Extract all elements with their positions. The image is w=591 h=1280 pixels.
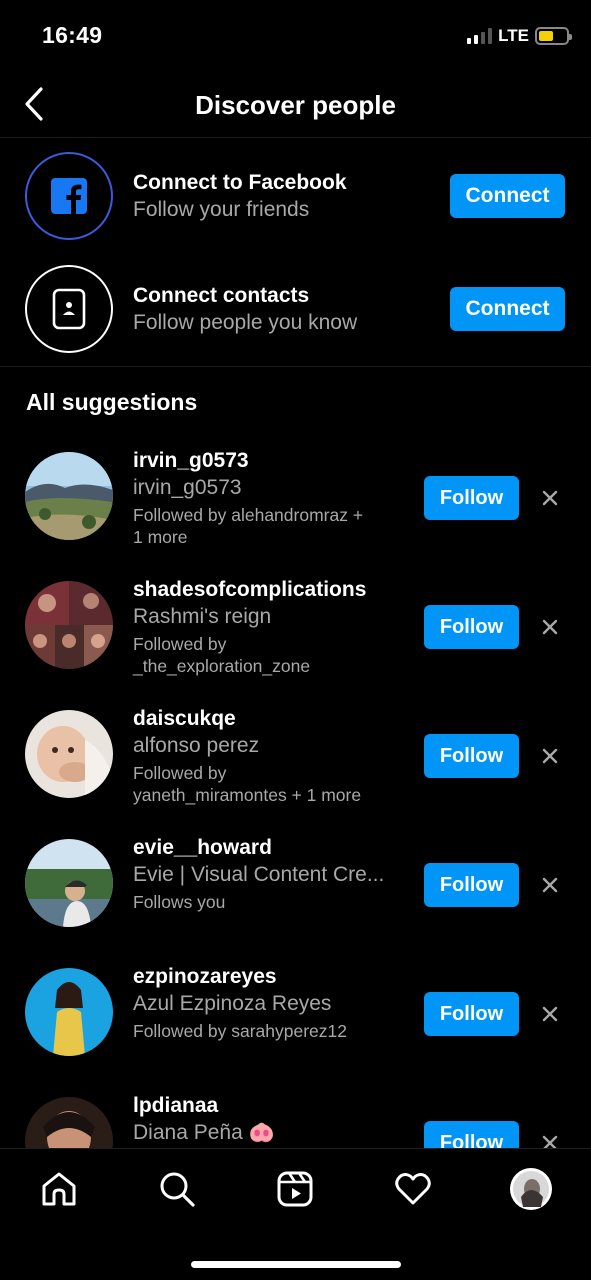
suggestion-context-line: Followed by sarahyperez12 xyxy=(133,1021,348,1041)
battery-icon xyxy=(535,27,572,45)
list-item[interactable]: daiscukqe alfonso perez Followed by yane… xyxy=(0,698,591,827)
suggestion-text: irvin_g0573 irvin_g0573 Followed by aleh… xyxy=(133,448,408,548)
suggestion-text: daiscukqe alfonso perez Followed by yane… xyxy=(133,706,408,806)
connect-contacts-title: Connect contacts xyxy=(133,284,310,307)
suggestion-fullname: Rashmi's reign xyxy=(133,605,272,628)
suggestion-context: Follows you xyxy=(133,891,408,913)
close-icon xyxy=(542,1006,558,1022)
suggestion-context-line: yaneth_miramontes + 1 more xyxy=(133,785,362,805)
home-indicator[interactable] xyxy=(191,1261,401,1268)
nav-home[interactable] xyxy=(37,1167,81,1211)
suggestion-text: evie__howard Evie | Visual Content Cre..… xyxy=(133,835,408,913)
suggestion-context: Followed by _the_exploration_zone xyxy=(133,633,408,677)
suggestion-context-line: 1 more xyxy=(133,527,188,547)
suggestion-context-line: Follows you xyxy=(133,892,226,912)
suggestion-username[interactable]: evie__howard xyxy=(133,835,408,861)
suggestion-username[interactable]: lpdianaa xyxy=(133,1093,408,1119)
connect-facebook-title: Connect to Facebook xyxy=(133,171,347,194)
connect-contacts-subtitle: Follow people you know xyxy=(133,311,358,334)
header: Discover people xyxy=(0,72,591,138)
connect-facebook-row: Connect to Facebook Follow your friends … xyxy=(0,140,591,250)
avatar[interactable] xyxy=(25,839,113,927)
suggestion-username[interactable]: ezpinozareyes xyxy=(133,964,408,990)
connect-contacts-button[interactable]: Connect xyxy=(450,287,565,331)
reels-icon xyxy=(277,1171,313,1207)
bottom-nav xyxy=(0,1148,591,1280)
nav-profile[interactable] xyxy=(509,1167,553,1211)
list-item[interactable]: lpdianaa Diana Peña 🐽 Follow xyxy=(0,1085,591,1148)
suggestion-text: ezpinozareyes Azul Ezpinoza Reyes Follow… xyxy=(133,964,408,1042)
dismiss-button[interactable] xyxy=(538,615,562,639)
list-item[interactable]: shadesofcomplications Rashmi's reign Fol… xyxy=(0,569,591,698)
suggestion-context: Followed by sarahyperez12 xyxy=(133,1020,408,1042)
dismiss-button[interactable] xyxy=(538,744,562,768)
status-indicators: LTE xyxy=(467,26,572,46)
connect-facebook-subtitle: Follow your friends xyxy=(133,198,310,221)
follow-button[interactable]: Follow xyxy=(424,863,519,907)
suggestion-context: Followed by yaneth_miramontes + 1 more xyxy=(133,762,408,806)
status-bar: 16:49 LTE xyxy=(0,0,591,72)
profile-avatar xyxy=(510,1168,552,1210)
section-title: All suggestions xyxy=(26,389,198,415)
status-time: 16:49 xyxy=(42,22,103,48)
list-item[interactable]: irvin_g0573 irvin_g0573 Followed by aleh… xyxy=(0,440,591,569)
connect-facebook-text: Connect to Facebook Follow your friends xyxy=(133,170,347,224)
close-icon xyxy=(542,619,558,635)
dismiss-button[interactable] xyxy=(538,1131,562,1148)
follow-button[interactable]: Follow xyxy=(424,734,519,778)
contacts-icon-circle xyxy=(25,265,113,353)
avatar[interactable] xyxy=(25,581,113,669)
facebook-icon xyxy=(51,178,87,214)
connect-contacts-text: Connect contacts Follow people you know xyxy=(133,283,357,337)
home-icon xyxy=(42,1172,76,1206)
suggestion-text: shadesofcomplications Rashmi's reign Fol… xyxy=(133,577,408,677)
follow-button[interactable]: Follow xyxy=(424,1121,519,1148)
dismiss-button[interactable] xyxy=(538,486,562,510)
close-icon xyxy=(542,490,558,506)
suggestion-context: Followed by alehandromraz + 1 more xyxy=(133,504,408,548)
connect-facebook-button[interactable]: Connect xyxy=(450,174,565,218)
list-item[interactable]: ezpinozareyes Azul Ezpinoza Reyes Follow… xyxy=(0,956,591,1085)
suggestion-username[interactable]: daiscukqe xyxy=(133,706,408,732)
page-title: Discover people xyxy=(195,90,396,120)
suggestion-fullname: Diana Peña 🐽 xyxy=(133,1121,275,1144)
avatar[interactable] xyxy=(25,710,113,798)
suggestion-context-line: Followed by alehandromraz + xyxy=(133,505,364,525)
nav-search[interactable] xyxy=(155,1167,199,1211)
list-item[interactable]: evie__howard Evie | Visual Content Cre..… xyxy=(0,827,591,956)
suggestion-fullname: Azul Ezpinoza Reyes xyxy=(133,992,332,1015)
search-icon xyxy=(160,1172,195,1207)
close-icon xyxy=(542,877,558,893)
nav-activity[interactable] xyxy=(391,1167,435,1211)
follow-button[interactable]: Follow xyxy=(424,476,519,520)
suggestion-username[interactable]: irvin_g0573 xyxy=(133,448,408,474)
follow-button[interactable]: Follow xyxy=(424,992,519,1036)
suggestion-fullname: Evie | Visual Content Cre... xyxy=(133,863,385,886)
suggestion-context-line: _the_exploration_zone xyxy=(133,656,311,676)
suggestion-context-line: Followed by xyxy=(133,634,227,654)
avatar[interactable] xyxy=(25,1097,113,1148)
avatar[interactable] xyxy=(25,968,113,1056)
heart-icon xyxy=(395,1173,431,1205)
suggestion-context-line: Followed by xyxy=(133,763,227,783)
contact-card-icon xyxy=(52,288,86,330)
suggestion-text: lpdianaa Diana Peña 🐽 xyxy=(133,1093,408,1147)
dismiss-button[interactable] xyxy=(538,873,562,897)
suggestion-fullname: irvin_g0573 xyxy=(133,476,242,499)
suggestion-fullname: alfonso perez xyxy=(133,734,260,757)
avatar[interactable] xyxy=(25,452,113,540)
follow-button[interactable]: Follow xyxy=(424,605,519,649)
nav-reels[interactable] xyxy=(273,1167,317,1211)
network-label: LTE xyxy=(498,26,529,45)
suggestions-list[interactable]: irvin_g0573 irvin_g0573 Followed by aleh… xyxy=(0,440,591,1148)
connect-contacts-row: Connect contacts Follow people you know … xyxy=(0,253,591,363)
dismiss-button[interactable] xyxy=(538,1002,562,1026)
close-icon xyxy=(542,1135,558,1148)
facebook-icon-circle xyxy=(25,152,113,240)
signal-icon xyxy=(467,28,493,44)
divider xyxy=(0,366,591,367)
close-icon xyxy=(542,748,558,764)
suggestion-username[interactable]: shadesofcomplications xyxy=(133,577,408,603)
